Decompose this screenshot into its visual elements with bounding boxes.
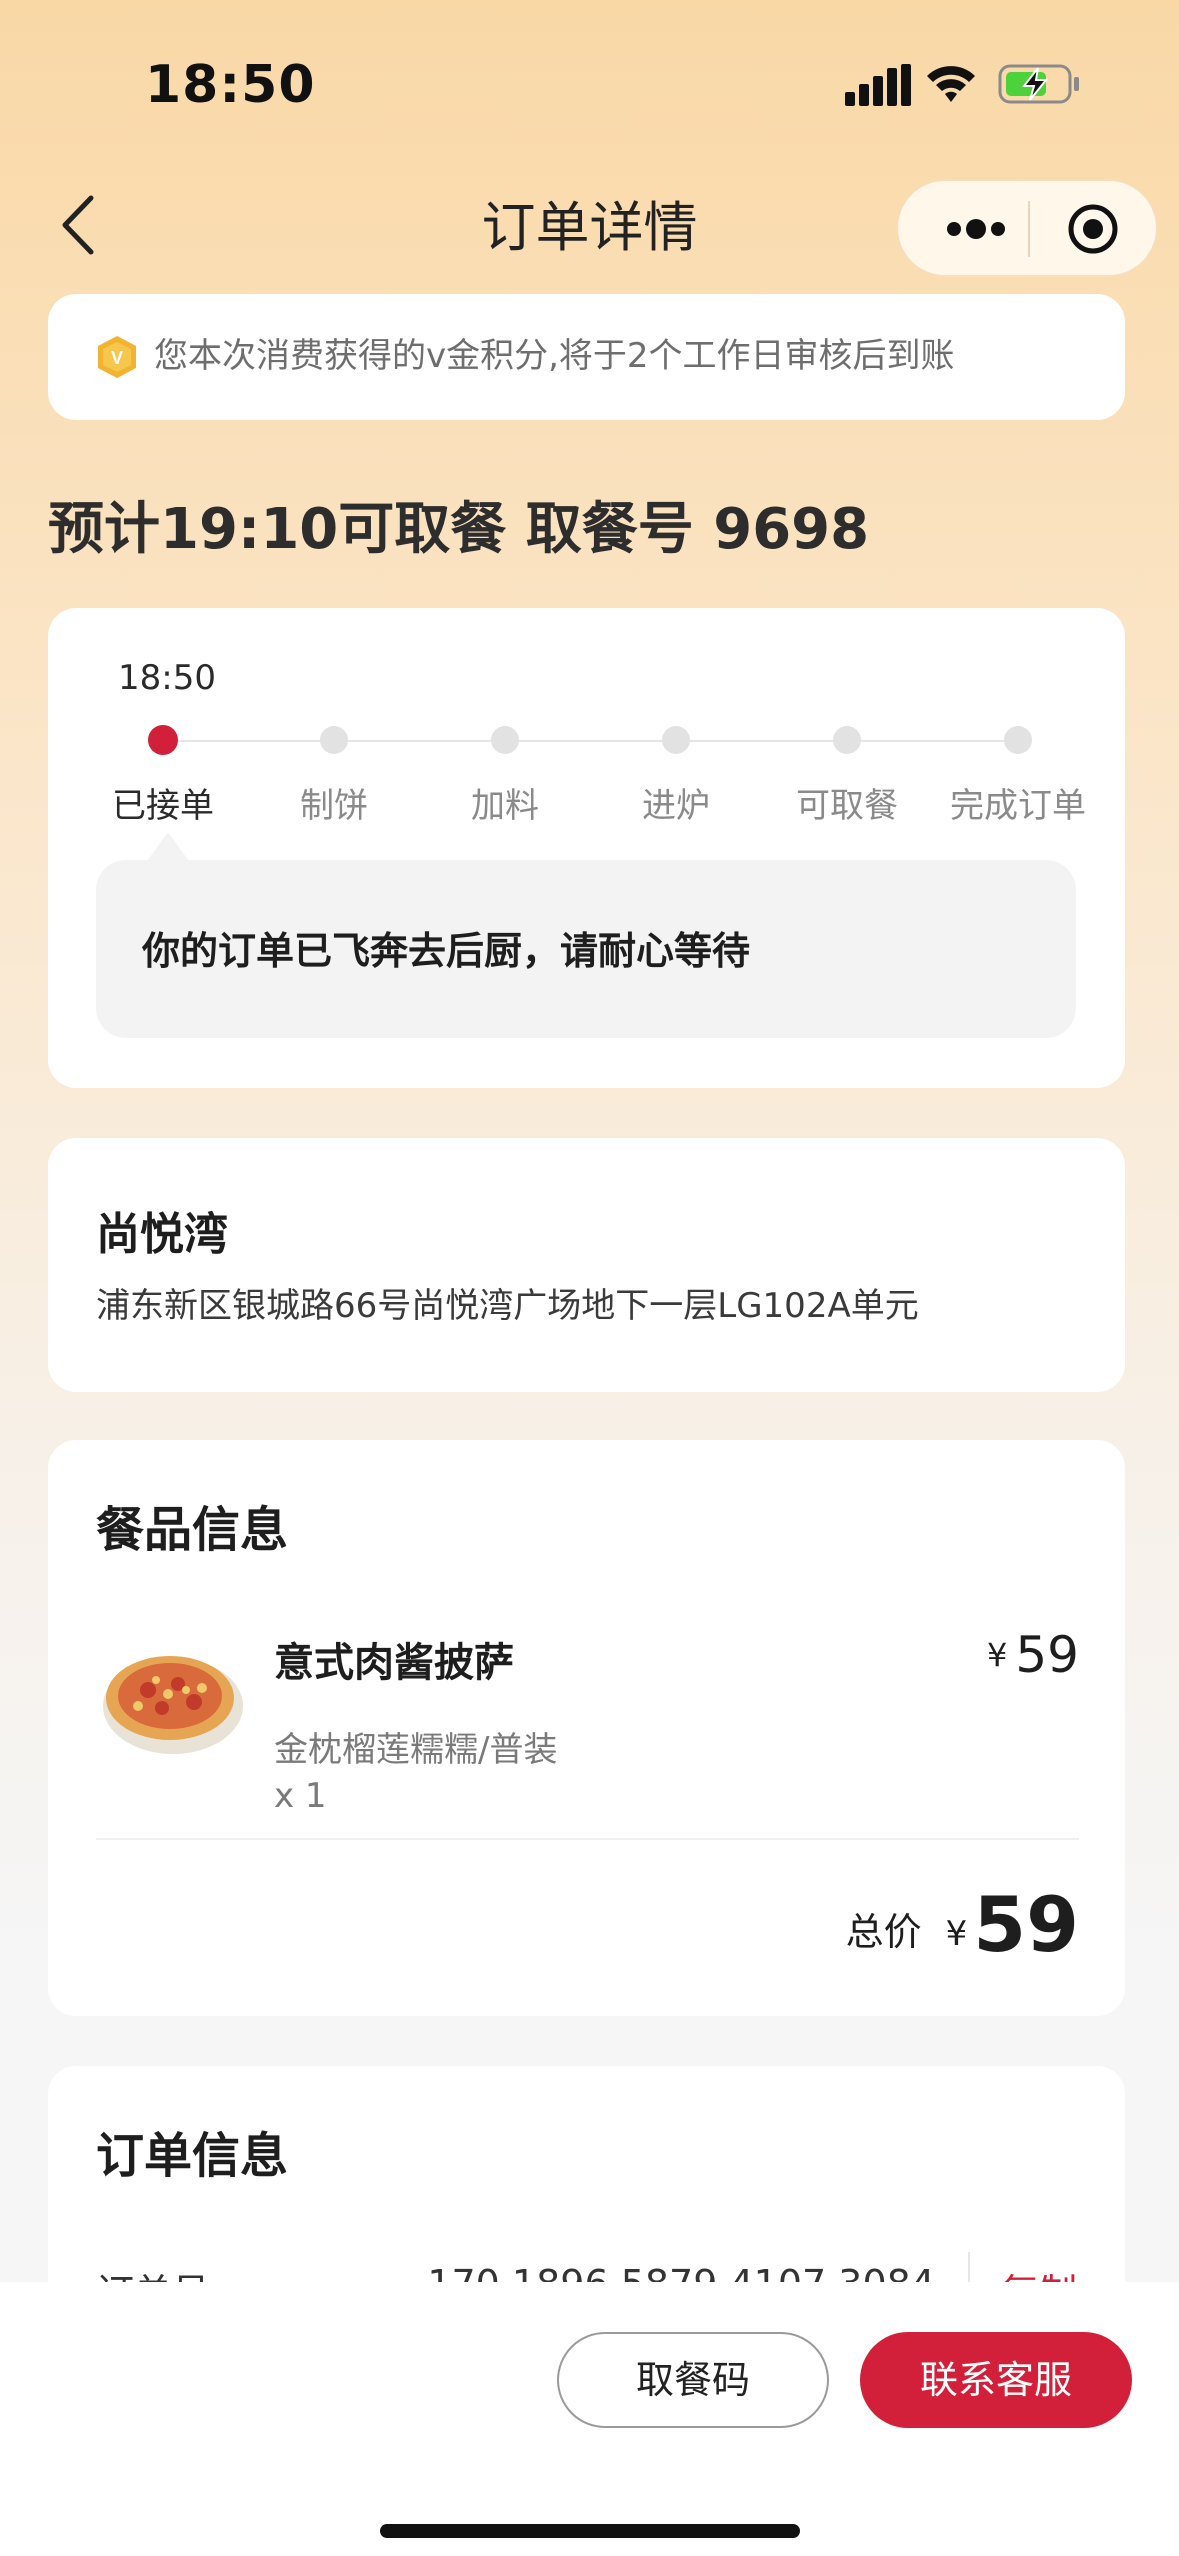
total-label: 总价: [845, 1910, 922, 1954]
store-address: 浦东新区银城路66号尚悦湾广场地下一层LG102A单元: [96, 1286, 919, 1326]
order-info-title: 订单信息: [96, 2128, 289, 2184]
progress-track: [163, 740, 1018, 742]
step-dot-complete: [1004, 726, 1032, 754]
product-qty: x 1: [274, 1776, 327, 1816]
status-bubble: 你的订单已飞奔去后厨，请耐心等待: [96, 832, 1076, 1038]
more-dots-icon[interactable]: [928, 201, 1024, 257]
product-name: 意式肉酱披萨: [274, 1640, 514, 1686]
status-time: 18:50: [145, 55, 316, 115]
step-label-ready: 可取餐: [796, 786, 898, 826]
step-label-accepted: 已接单: [112, 786, 214, 826]
pickup-code-button[interactable]: 取餐码: [557, 2332, 829, 2428]
notice-text: 您本次消费获得的v金积分,将于2个工作日审核后到账: [154, 336, 955, 376]
v-coin-icon: V: [98, 336, 136, 378]
battery-charging-icon: [998, 64, 1079, 104]
status-message: 你的订单已飞奔去后厨，请耐心等待: [142, 929, 751, 973]
bottom-action-bar: 取餐码 联系客服: [0, 2282, 1179, 2556]
items-divider: [96, 1838, 1079, 1840]
product-price-currency: ¥: [987, 1636, 1008, 1674]
store-name: 尚悦湾: [96, 1209, 228, 1260]
wifi-icon: [927, 66, 975, 102]
status-bar: 18:50: [0, 0, 1179, 170]
product-price: ¥59: [987, 1626, 1079, 1684]
store-card[interactable]: 尚悦湾 浦东新区银城路66号尚悦湾广场地下一层LG102A单元: [48, 1138, 1125, 1392]
product-price-value: 59: [1015, 1626, 1079, 1684]
items-card: 餐品信息 意式肉酱披萨 金枕榴莲糯糯/普装 x 1 ¥59 总价 ¥59: [48, 1440, 1125, 2016]
step-dot-toppings: [491, 726, 519, 754]
step-label-complete: 完成订单: [950, 786, 1086, 826]
total-currency: ¥: [945, 1914, 968, 1954]
home-indicator[interactable]: [380, 2524, 800, 2538]
target-icon[interactable]: [1058, 201, 1128, 257]
total-value: 59: [973, 1880, 1079, 1969]
progress-time: 18:50: [118, 658, 216, 698]
step-dot-oven: [662, 726, 690, 754]
contact-service-button[interactable]: 联系客服: [860, 2332, 1132, 2428]
pizza-image: [103, 1656, 243, 1754]
order-total: 总价 ¥59: [846, 1880, 1079, 1969]
capsule-divider: [1028, 201, 1030, 257]
step-dot-dough: [320, 726, 348, 754]
step-dot-ready: [833, 726, 861, 754]
points-notice: V 您本次消费获得的v金积分,将于2个工作日审核后到账: [48, 294, 1125, 420]
step-label-toppings: 加料: [471, 786, 539, 826]
miniprogram-capsule: [897, 180, 1157, 276]
step-label-oven: 进炉: [642, 786, 710, 826]
cellular-signal-icon: [845, 64, 911, 106]
svg-text:V: V: [111, 348, 123, 368]
product-spec: 金枕榴莲糯糯/普装: [274, 1730, 558, 1770]
step-dot-accepted: [148, 725, 178, 755]
step-label-dough: 制饼: [300, 786, 368, 826]
pickup-headline: 预计19:10可取餐 取餐号 9698: [48, 497, 870, 562]
order-progress-card: 18:50 已接单 制饼 加料 进炉 可取餐 完成订单 你的订单已飞奔去后厨，请…: [48, 608, 1125, 1088]
items-title: 餐品信息: [96, 1502, 289, 1558]
